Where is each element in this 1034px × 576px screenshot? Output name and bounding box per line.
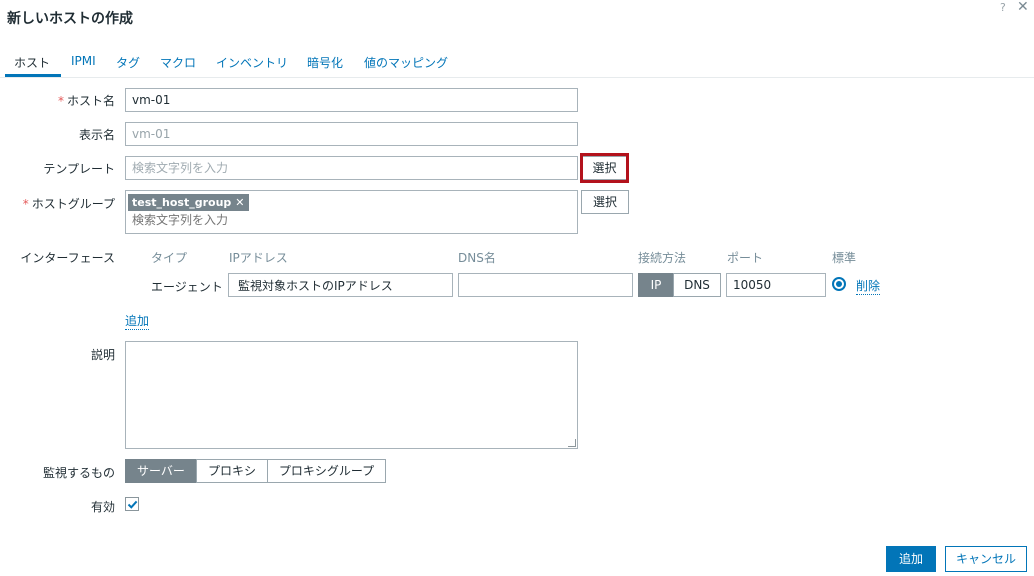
connect-dns-button[interactable]: DNS	[673, 273, 721, 297]
host-name-input[interactable]	[125, 88, 578, 112]
description-textarea[interactable]	[125, 341, 578, 449]
close-icon[interactable]: ✕	[1017, 0, 1029, 15]
monitored-by-server[interactable]: サーバー	[125, 459, 197, 483]
host-groups-select-button[interactable]: 選択	[581, 190, 629, 214]
help-icon[interactable]: ?	[1000, 1, 1006, 14]
host-group-chip: test_host_group ✕	[128, 194, 249, 211]
active-tab-indicator	[5, 74, 61, 77]
add-interface-link[interactable]: 追加	[125, 312, 150, 330]
tab-host[interactable]: ホスト	[14, 54, 50, 71]
tab-bar: ホスト IPMI タグ マクロ インベントリ 暗号化 値のマッピング	[0, 50, 1034, 78]
interfaces-label: インターフェース	[20, 251, 115, 265]
add-button[interactable]: 追加	[886, 546, 936, 572]
display-name-input[interactable]	[125, 122, 578, 146]
interface-dns-input[interactable]	[458, 273, 633, 297]
interface-header-connect: 接続方法	[638, 251, 687, 265]
interface-ip-input[interactable]	[228, 273, 453, 297]
cancel-button[interactable]: キャンセル	[945, 546, 1027, 572]
enabled-label: 有効	[90, 500, 115, 514]
chip-remove-icon[interactable]: ✕	[235, 196, 244, 209]
host-groups-multiselect[interactable]: test_host_group ✕	[125, 190, 578, 234]
interface-header-ip: IPアドレス	[229, 251, 288, 265]
highlight-box	[580, 153, 629, 183]
tab-value-mapping[interactable]: 値のマッピング	[364, 54, 448, 71]
default-interface-radio[interactable]	[832, 277, 846, 291]
tab-tags[interactable]: タグ	[116, 54, 140, 71]
required-mark: *	[57, 94, 64, 108]
host-groups-label: * ホストグループ	[22, 197, 115, 211]
interface-header-port: ポート	[727, 251, 764, 265]
interface-type-agent: エージェント	[151, 280, 223, 294]
interface-header-dns: DNS名	[458, 251, 496, 265]
templates-search-input[interactable]	[125, 156, 578, 180]
host-name-label: * ホスト名	[57, 94, 115, 108]
enabled-checkbox[interactable]	[125, 497, 139, 511]
monitored-by-proxy[interactable]: プロキシ	[196, 459, 268, 483]
monitored-by-label: 監視するもの	[42, 466, 115, 480]
description-label: 説明	[90, 348, 115, 362]
interface-remove-link[interactable]: 削除	[856, 277, 881, 295]
tab-encryption[interactable]: 暗号化	[307, 54, 343, 71]
required-mark: *	[22, 197, 29, 211]
tab-macros[interactable]: マクロ	[160, 54, 196, 71]
connect-ip-button[interactable]: IP	[638, 273, 674, 297]
dialog-title: 新しいホストの作成	[7, 11, 133, 27]
tab-inventory[interactable]: インベントリ	[216, 54, 288, 71]
monitored-by-proxy-group[interactable]: プロキシグループ	[267, 459, 386, 483]
host-groups-search-input[interactable]	[132, 213, 532, 227]
templates-label: テンプレート	[43, 162, 115, 176]
interface-port-input[interactable]	[726, 273, 826, 297]
tab-ipmi[interactable]: IPMI	[71, 54, 96, 68]
display-name-label: 表示名	[78, 128, 115, 142]
interface-header-type: タイプ	[151, 251, 188, 265]
resize-handle[interactable]	[568, 439, 576, 447]
check-icon	[127, 500, 138, 509]
interface-header-default: 標準	[832, 251, 857, 265]
